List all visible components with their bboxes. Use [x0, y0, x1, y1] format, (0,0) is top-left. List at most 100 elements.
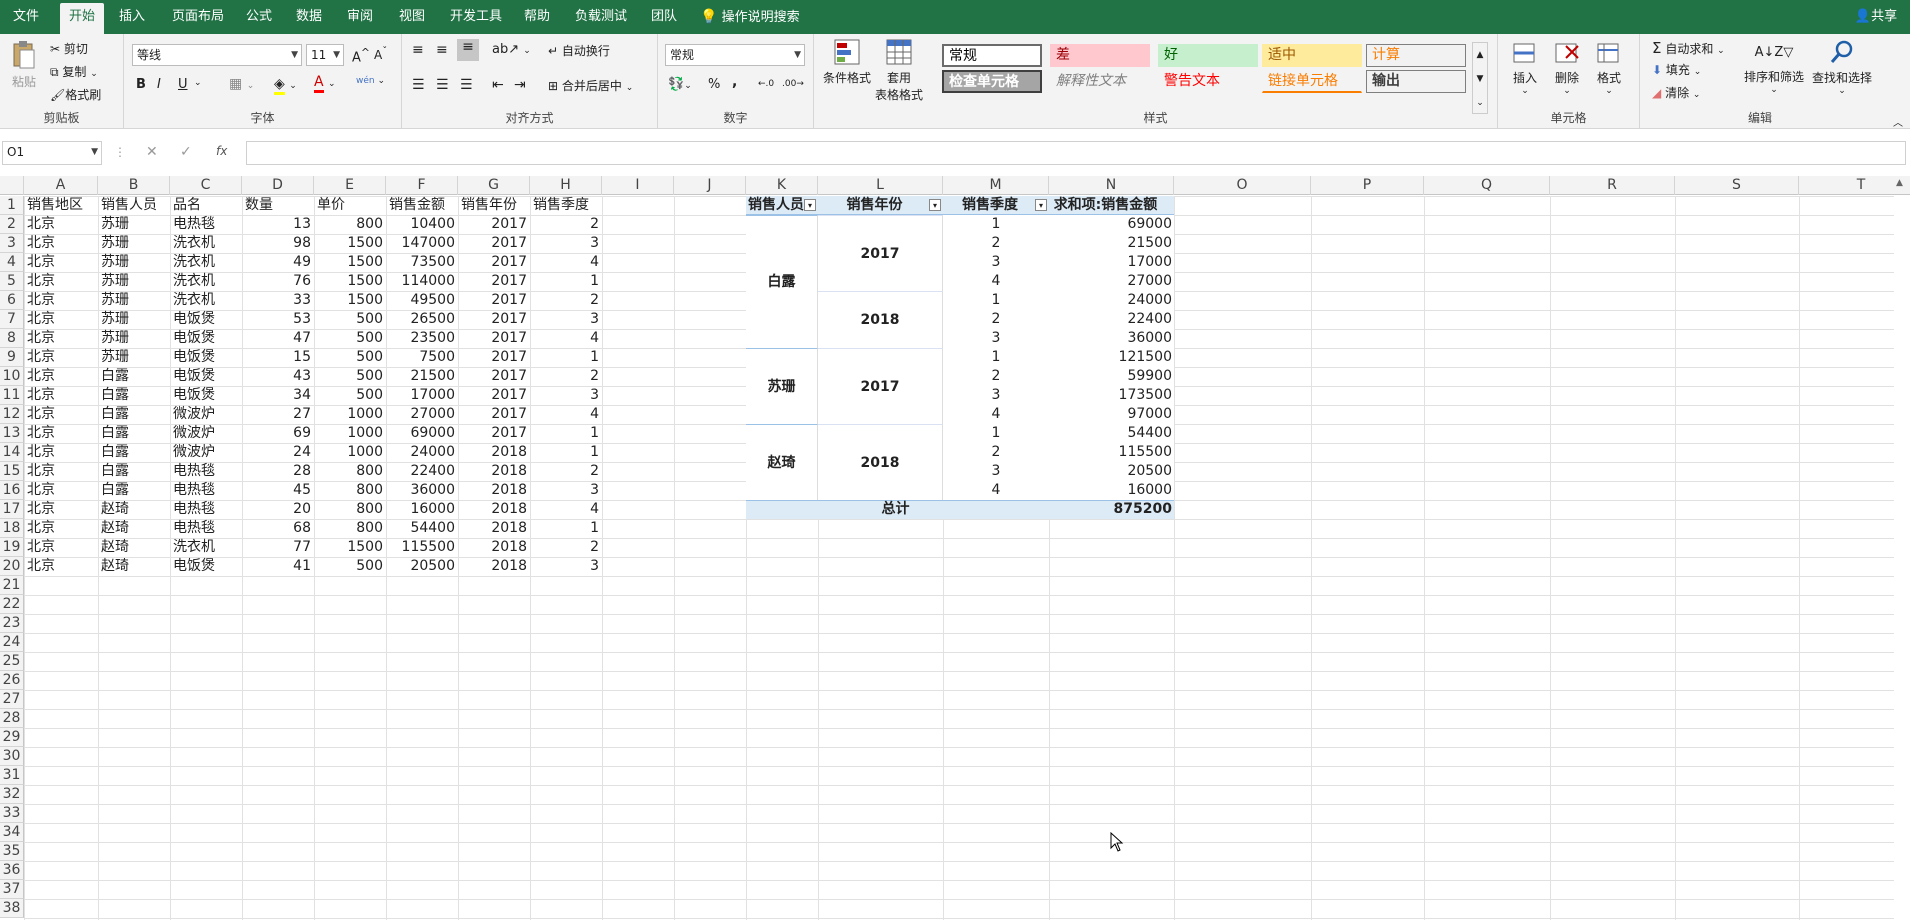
data-cell[interactable]: 白露 [98, 443, 170, 462]
data-cell[interactable]: 电热毯 [170, 519, 242, 538]
pivot-quarter-cell[interactable]: 1 [943, 291, 1049, 310]
row-header[interactable]: 22 [0, 595, 24, 614]
column-header-t[interactable]: T [1799, 176, 1910, 195]
data-cell[interactable]: 21500 [386, 367, 458, 386]
tab-formulas[interactable]: 公式 [240, 3, 278, 34]
column-header-m[interactable]: M [943, 176, 1049, 195]
data-cell[interactable]: 800 [314, 462, 386, 481]
row-header[interactable]: 18 [0, 519, 24, 538]
data-cell[interactable]: 54400 [386, 519, 458, 538]
pivot-value-cell[interactable]: 121500 [1049, 348, 1174, 367]
data-cell[interactable]: 16000 [386, 500, 458, 519]
pivot-quarter-cell[interactable]: 3 [943, 462, 1049, 481]
pivot-value-cell[interactable]: 20500 [1049, 462, 1174, 481]
pivot-value-cell[interactable]: 115500 [1049, 443, 1174, 462]
collapse-ribbon-button[interactable]: ︿ [1893, 114, 1903, 129]
data-cell[interactable]: 1000 [314, 443, 386, 462]
row-header[interactable]: 16 [0, 481, 24, 500]
data-cell[interactable]: 电饭煲 [170, 310, 242, 329]
data-cell[interactable]: 2017 [458, 291, 530, 310]
column-header-p[interactable]: P [1311, 176, 1424, 195]
data-cell[interactable]: 2017 [458, 386, 530, 405]
data-cell[interactable]: 2018 [458, 481, 530, 500]
data-cell[interactable]: 500 [314, 557, 386, 576]
pivot-value-cell[interactable]: 22400 [1049, 310, 1174, 329]
insert-function-button[interactable]: fx [216, 144, 227, 158]
pivot-person-cell[interactable]: 苏珊 [746, 348, 818, 424]
cell-style-option[interactable]: 链接单元格 [1262, 70, 1362, 93]
data-cell[interactable]: 苏珊 [98, 253, 170, 272]
data-cell[interactable]: 24000 [386, 443, 458, 462]
paste-button[interactable]: 粘贴 [10, 40, 38, 94]
row-header[interactable]: 31 [0, 766, 24, 785]
row-header[interactable]: 28 [0, 709, 24, 728]
pivot-quarter-cell[interactable]: 2 [943, 234, 1049, 253]
pivot-quarter-cell[interactable]: 4 [943, 405, 1049, 424]
data-cell[interactable]: 2 [530, 538, 602, 557]
currency-button[interactable]: 💱⌄ [668, 77, 692, 92]
header-cell[interactable]: 销售人员 [98, 196, 170, 215]
row-header[interactable]: 27 [0, 690, 24, 709]
data-cell[interactable]: 电热毯 [170, 215, 242, 234]
data-cell[interactable]: 北京 [24, 253, 98, 272]
number-format-select[interactable]: 常规 ▼ [665, 44, 805, 66]
column-header-h[interactable]: H [530, 176, 602, 195]
data-cell[interactable]: 3 [530, 481, 602, 500]
styles-scroll[interactable]: ▲ ▼ ⌄ [1472, 42, 1488, 114]
data-cell[interactable]: 赵琦 [98, 519, 170, 538]
data-cell[interactable]: 微波炉 [170, 443, 242, 462]
fill-button[interactable]: ⬇ 填充 ⌄ [1652, 61, 1701, 78]
increase-font-size-button[interactable]: A^ [352, 46, 370, 65]
data-cell[interactable]: 77 [242, 538, 314, 557]
pivot-header-cell[interactable]: 销售年份 [818, 196, 943, 215]
phonetic-button[interactable]: wén ⌄ [356, 76, 385, 86]
data-cell[interactable]: 500 [314, 310, 386, 329]
data-cell[interactable]: 北京 [24, 557, 98, 576]
row-header[interactable]: 24 [0, 633, 24, 652]
data-cell[interactable]: 1000 [314, 424, 386, 443]
data-cell[interactable]: 电饭煲 [170, 329, 242, 348]
underline-button[interactable]: U [178, 77, 188, 92]
data-cell[interactable]: 北京 [24, 405, 98, 424]
data-cell[interactable]: 1 [530, 443, 602, 462]
wrap-text-button[interactable]: ↵ 自动换行 [548, 42, 610, 59]
data-cell[interactable]: 13 [242, 215, 314, 234]
column-header-c[interactable]: C [170, 176, 242, 195]
row-header[interactable]: 9 [0, 348, 24, 367]
row-header[interactable]: 21 [0, 576, 24, 595]
data-cell[interactable]: 500 [314, 329, 386, 348]
data-cell[interactable]: 2017 [458, 215, 530, 234]
data-cell[interactable]: 北京 [24, 462, 98, 481]
data-cell[interactable]: 98 [242, 234, 314, 253]
data-cell[interactable]: 1500 [314, 291, 386, 310]
data-cell[interactable]: 3 [530, 557, 602, 576]
data-cell[interactable]: 北京 [24, 481, 98, 500]
pivot-value-cell[interactable]: 36000 [1049, 329, 1174, 348]
data-cell[interactable]: 68 [242, 519, 314, 538]
row-header[interactable]: 32 [0, 785, 24, 804]
data-cell[interactable]: 23500 [386, 329, 458, 348]
cancel-entry-button[interactable]: ✕ [146, 144, 158, 160]
data-cell[interactable]: 115500 [386, 538, 458, 557]
border-button[interactable]: ▦ ⌄ [229, 76, 254, 92]
pivot-quarter-cell[interactable]: 3 [943, 329, 1049, 348]
column-header-b[interactable]: B [98, 176, 170, 195]
cut-button[interactable]: ✂ 剪切 [50, 40, 88, 57]
data-cell[interactable]: 4 [530, 405, 602, 424]
tab-review[interactable]: 审阅 [341, 3, 379, 34]
data-cell[interactable]: 2017 [458, 348, 530, 367]
filter-dropdown-icon[interactable]: ▾ [1035, 199, 1047, 211]
data-cell[interactable]: 微波炉 [170, 424, 242, 443]
column-header-q[interactable]: Q [1424, 176, 1550, 195]
data-cell[interactable]: 苏珊 [98, 348, 170, 367]
cell-style-option[interactable]: 常规 [942, 44, 1042, 67]
data-cell[interactable]: 电热毯 [170, 462, 242, 481]
row-header[interactable]: 13 [0, 424, 24, 443]
data-cell[interactable]: 北京 [24, 538, 98, 557]
row-header[interactable]: 12 [0, 405, 24, 424]
pivot-quarter-cell[interactable]: 1 [943, 348, 1049, 367]
pivot-value-cell[interactable]: 59900 [1049, 367, 1174, 386]
data-cell[interactable]: 洗衣机 [170, 291, 242, 310]
comma-button[interactable]: , [732, 74, 737, 90]
row-header[interactable]: 19 [0, 538, 24, 557]
